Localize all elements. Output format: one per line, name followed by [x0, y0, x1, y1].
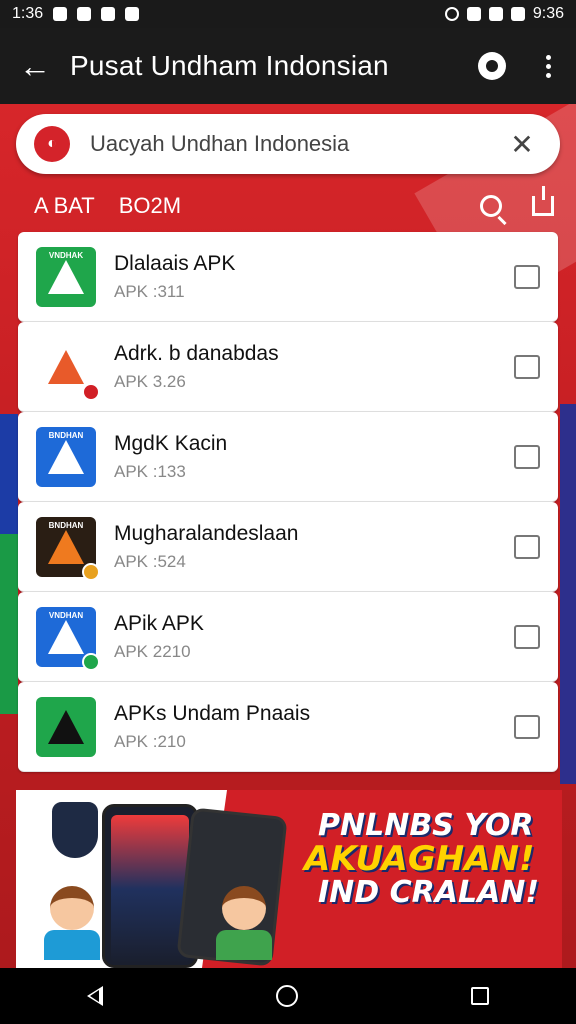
- page-title: Pusat Undham Indonsian: [70, 50, 389, 81]
- nav-home-icon[interactable]: [275, 985, 298, 1007]
- filter-tab-a[interactable]: A BAT: [34, 193, 95, 219]
- promo-banner[interactable]: PNLNBS YOR AKUAGHAN! IND CRALAN!: [16, 790, 562, 968]
- app-icon-label: BNDHAN: [48, 520, 84, 530]
- cartoon-kid-illustration: [40, 886, 104, 968]
- back-button[interactable]: ←: [0, 28, 70, 104]
- item-title: Adrk. b danabdas: [114, 341, 279, 365]
- filter-row: A BAT BO2M: [34, 186, 554, 226]
- status-clock: 9:36: [532, 5, 564, 22]
- nav-recents-icon[interactable]: [471, 987, 490, 1005]
- cartoon-kid-illustration: [212, 886, 276, 968]
- search-bar[interactable]: ◐ Uacyah Undhan Indonesia ✕: [16, 114, 560, 174]
- list-item[interactable]: VNDHAK Dlalaais APK APK :311: [18, 232, 558, 322]
- alarm-icon: [444, 7, 459, 21]
- app-icon: BNDHAN: [36, 516, 100, 581]
- banner-line: AKUAGHAN!: [304, 838, 535, 879]
- share-icon[interactable]: [514, 264, 540, 289]
- app-icon: [36, 696, 96, 757]
- triangle-logo-icon: [48, 259, 84, 294]
- wifi-icon: [466, 7, 481, 21]
- more-vertical-icon: [545, 54, 551, 78]
- item-title: MgdK Kacin: [114, 431, 228, 455]
- account-button[interactable]: [464, 28, 520, 104]
- checkbox-icon[interactable]: [514, 354, 540, 379]
- triangle-logo-icon: [48, 529, 84, 564]
- item-subtitle: APK 3.26: [114, 371, 186, 391]
- list-item[interactable]: BNDHAN Mugharalandeslaan APK :524: [18, 502, 558, 592]
- banner-headline: PNLNBS YOR AKUAGHAN! IND CRALAN!: [304, 808, 558, 911]
- triangle-logo-icon: [48, 619, 84, 654]
- decorative-edge: [560, 404, 576, 784]
- nav-back-icon[interactable]: [86, 986, 103, 1006]
- notification-icon: [125, 7, 140, 21]
- item-title: APik APK: [114, 611, 204, 635]
- shield-logo-icon: [52, 802, 98, 858]
- item-subtitle: APK :311: [114, 281, 185, 301]
- owl-icon: [478, 52, 506, 80]
- filter-tab-b[interactable]: BO2M: [119, 193, 181, 219]
- signal-icon: [488, 7, 503, 21]
- app-list: VNDHAK Dlalaais APK APK :311 Adrk. b dan…: [18, 232, 558, 772]
- app-icon: VNDHAK: [36, 246, 96, 307]
- app-bar: ← Pusat Undham Indonsian: [0, 28, 576, 104]
- content-area: ◐ Uacyah Undhan Indonesia ✕ A BAT BO2M V…: [0, 104, 576, 968]
- decorative-edge: [0, 534, 18, 714]
- notification-icon: [101, 7, 116, 21]
- share-icon[interactable]: [532, 186, 554, 216]
- brand-logo-icon: ◐: [34, 126, 70, 162]
- banner-line: IND CRALAN!: [318, 875, 540, 911]
- item-subtitle: APK 2210: [114, 641, 191, 661]
- arrow-left-icon: ←: [19, 47, 51, 84]
- app-icon-label: VNDHAN: [48, 610, 84, 620]
- banner-line: PNLNBS YOR: [318, 808, 534, 843]
- item-subtitle: APK :133: [114, 461, 186, 481]
- search-icon[interactable]: [480, 195, 502, 217]
- close-icon[interactable]: ✕: [502, 128, 542, 161]
- checkbox-icon[interactable]: [514, 624, 540, 649]
- app-icon-label: VNDHAK: [48, 250, 84, 260]
- badge-icon: [82, 562, 100, 581]
- list-item[interactable]: Adrk. b danabdas APK 3.26: [18, 322, 558, 412]
- badge-icon: [82, 382, 100, 401]
- app-icon: VNDHAN: [36, 606, 100, 671]
- checkbox-icon[interactable]: [514, 714, 540, 739]
- system-nav-bar: [0, 968, 576, 1024]
- app-icon: BNDHAN: [36, 426, 96, 487]
- item-title: Mugharalandeslaan: [114, 521, 299, 545]
- triangle-logo-icon: [48, 349, 84, 384]
- item-subtitle: APK :210: [114, 731, 186, 751]
- notification-icon: [77, 7, 92, 21]
- search-input[interactable]: Uacyah Undhan Indonesia: [90, 131, 502, 157]
- status-bar: 1:36 9:36: [0, 0, 576, 28]
- battery-icon: [510, 7, 525, 21]
- triangle-logo-icon: [48, 439, 84, 474]
- triangle-logo-icon: [48, 709, 84, 744]
- item-title: Dlalaais APK: [114, 251, 236, 275]
- overflow-menu-button[interactable]: [520, 28, 576, 104]
- checkbox-icon[interactable]: [514, 534, 540, 559]
- list-item[interactable]: BNDHAN MgdK Kacin APK :133: [18, 412, 558, 502]
- app-icon-label: BNDHAN: [48, 430, 84, 440]
- item-subtitle: APK :524: [114, 551, 186, 571]
- app-icon: [36, 336, 100, 401]
- list-item[interactable]: VNDHAN APik APK APK 2210: [18, 592, 558, 682]
- item-title: APKs Undam Pnaais: [114, 701, 311, 725]
- notification-icon: [53, 7, 68, 21]
- status-time: 1:36: [12, 5, 44, 22]
- checkbox-icon[interactable]: [514, 444, 540, 469]
- list-item[interactable]: APKs Undam Pnaais APK :210: [18, 682, 558, 772]
- badge-icon: [82, 652, 100, 671]
